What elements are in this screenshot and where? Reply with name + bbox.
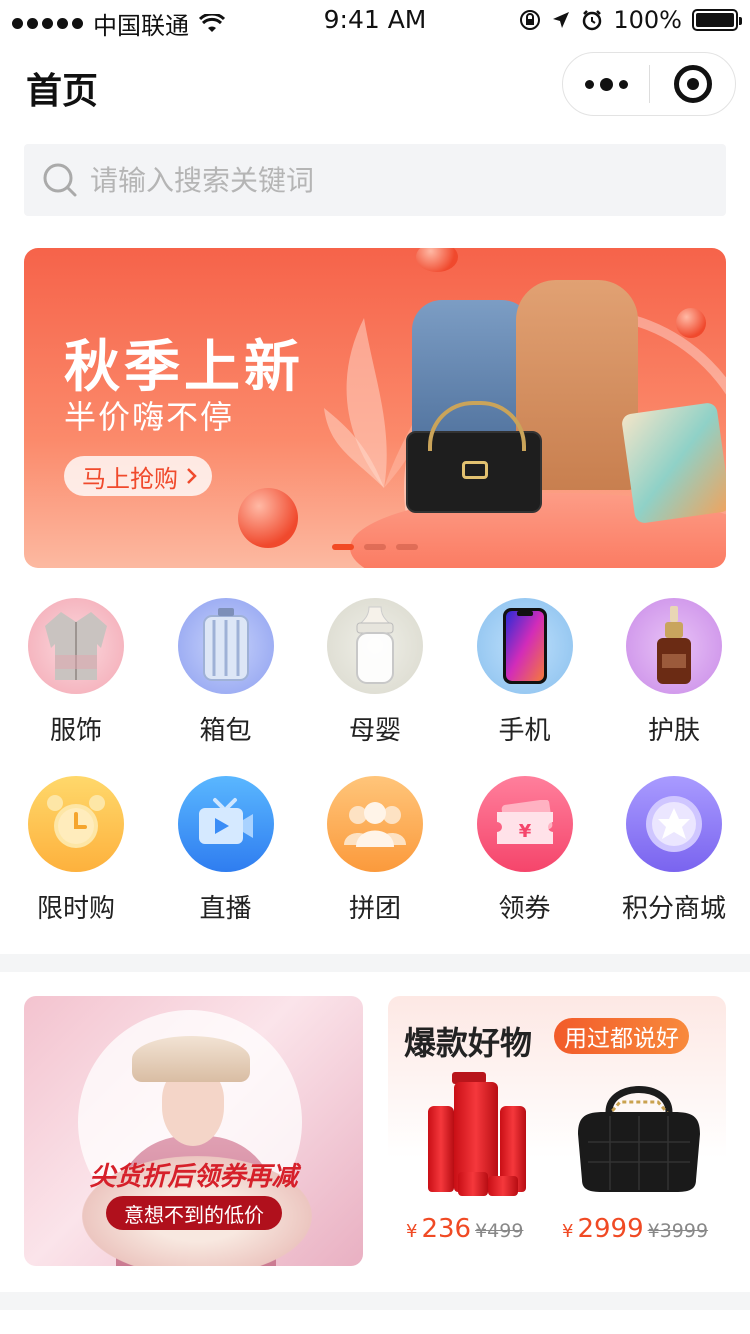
section-divider xyxy=(0,1292,750,1310)
product-skincare-set[interactable] xyxy=(400,1072,550,1202)
category-coupon[interactable]: ¥ 领券 xyxy=(476,776,573,954)
search-icon xyxy=(43,163,77,197)
category-phone[interactable]: 手机 xyxy=(476,598,573,776)
pagination-dot[interactable] xyxy=(364,544,386,550)
banner-cta-button[interactable]: 马上抢购 xyxy=(64,456,212,496)
status-right: 100% xyxy=(519,6,742,34)
pagination-dot-active[interactable] xyxy=(332,544,354,550)
hero-banner[interactable]: 秋季上新 半价嗨不停 马上抢购 xyxy=(24,248,726,568)
currency-symbol: ¥ xyxy=(406,1221,418,1242)
original-price: ¥3999 xyxy=(647,1220,709,1242)
luggage-icon xyxy=(177,598,274,694)
bottle-image xyxy=(428,1106,454,1192)
banner-cta-label: 马上抢购 xyxy=(82,464,178,493)
alarm-icon xyxy=(583,10,602,31)
category-baby[interactable]: 母婴 xyxy=(327,598,423,776)
promo-tag: 用过都说好 xyxy=(554,1018,689,1054)
status-bar: 中国联通 9:41 AM 100% xyxy=(0,0,750,40)
section-divider xyxy=(0,954,750,972)
baby-bottle-icon xyxy=(327,598,423,694)
banner-pagination xyxy=(332,544,418,550)
category-label: 拼团 xyxy=(348,894,401,924)
category-points-mall[interactable]: 积分商城 xyxy=(622,776,726,954)
product-handbag[interactable] xyxy=(564,1072,714,1202)
close-button[interactable] xyxy=(650,65,735,103)
current-price: 2999 xyxy=(577,1214,644,1244)
category-label: 直播 xyxy=(199,894,252,924)
promo-card-left[interactable]: 尖货折后领券再减 意想不到的低价 xyxy=(24,996,363,1266)
dot-icon xyxy=(599,77,613,91)
category-live[interactable]: 直播 xyxy=(177,776,274,954)
category-label: 护肤 xyxy=(647,716,700,746)
search-input[interactable] xyxy=(90,163,690,197)
svg-text:¥: ¥ xyxy=(518,821,531,842)
scarf-image xyxy=(620,401,726,525)
category-group-buy[interactable]: 拼团 xyxy=(327,776,423,954)
battery-label: 100% xyxy=(613,6,682,34)
model-hat-image xyxy=(132,1036,250,1082)
jar-image xyxy=(458,1172,488,1196)
category-label: 领券 xyxy=(498,894,551,924)
banner-subtitle: 半价嗨不停 xyxy=(64,398,235,436)
banner-ball-decoration xyxy=(416,248,458,272)
alarm-clock-icon xyxy=(28,776,124,872)
category-clothing[interactable]: 服饰 xyxy=(28,598,124,776)
category-label: 母婴 xyxy=(348,716,401,746)
category-label: 箱包 xyxy=(199,716,252,746)
clothing-icon xyxy=(28,598,124,694)
category-label: 积分商城 xyxy=(622,894,727,924)
promo-badge: 意想不到的低价 xyxy=(106,1196,282,1230)
product-price: ¥ 236 ¥499 xyxy=(406,1214,523,1244)
promo-card-right[interactable]: 爆款好物 用过都说好 ¥ 236 ¥499 ¥ 2999 ¥3999 xyxy=(388,996,726,1266)
home-page: 中国联通 9:41 AM 100% 首页 请输入搜索关键词 秋季上新 半价嗨不停… xyxy=(0,0,750,1334)
location-icon xyxy=(553,12,570,28)
dot-icon xyxy=(618,79,628,89)
promo-title: 爆款好物 xyxy=(404,1024,533,1062)
pagination-dot[interactable] xyxy=(396,544,418,550)
live-tv-icon xyxy=(177,776,274,872)
original-price: ¥499 xyxy=(475,1220,524,1242)
mini-program-capsule xyxy=(562,52,736,116)
target-icon xyxy=(673,65,712,103)
category-row: 服饰 箱包 母婴 手机 护肤 xyxy=(0,598,750,776)
promo-headline: 尖货折后领券再减 xyxy=(89,1162,298,1192)
phone-icon xyxy=(476,598,573,694)
banner-title: 秋季上新 xyxy=(64,335,304,400)
category-label: 限时购 xyxy=(36,894,115,924)
category-label: 服饰 xyxy=(49,716,102,746)
dot-icon xyxy=(584,79,594,89)
category-label: 手机 xyxy=(498,716,551,746)
battery-icon xyxy=(692,9,742,31)
nav-bar: 首页 xyxy=(0,44,750,132)
category-flash-sale[interactable]: 限时购 xyxy=(28,776,124,954)
banner-ball-decoration xyxy=(676,308,706,338)
category-row: 限时购 直播 拼团 ¥ 领券 积分商城 xyxy=(0,776,750,954)
category-grid: 服饰 箱包 母婴 手机 护肤 限时购 直播 拼团 ¥ 领券 积分商城 xyxy=(0,598,750,954)
banner-ball-decoration xyxy=(238,488,298,548)
more-menu-button[interactable] xyxy=(563,53,649,115)
category-skincare[interactable]: 护肤 xyxy=(626,598,722,776)
skincare-icon xyxy=(626,598,722,694)
product-price: ¥ 2999 ¥3999 xyxy=(562,1214,708,1244)
points-star-icon xyxy=(626,776,722,872)
group-icon xyxy=(327,776,423,872)
rotation-lock-icon xyxy=(520,10,541,30)
currency-symbol: ¥ xyxy=(562,1221,574,1242)
coupon-icon: ¥ xyxy=(476,776,573,872)
category-luggage[interactable]: 箱包 xyxy=(177,598,274,776)
search-bar[interactable] xyxy=(24,144,726,216)
chevron-right-icon xyxy=(187,468,197,484)
page-title: 首页 xyxy=(26,71,99,112)
handbag-image xyxy=(406,401,542,513)
current-price: 236 xyxy=(421,1214,472,1244)
jar-image xyxy=(488,1176,518,1196)
